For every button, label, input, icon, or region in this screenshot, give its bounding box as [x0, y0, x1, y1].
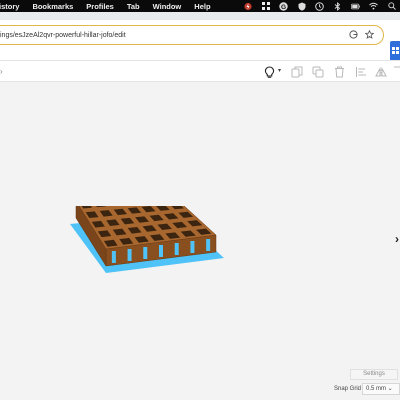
front-slot — [190, 241, 195, 253]
mirror-icon[interactable] — [374, 65, 388, 79]
menu-tab[interactable]: Tab — [127, 2, 140, 11]
browser-chrome: ings/esJzeAl2qvr-powerful-hillar-jofo/ed… — [0, 12, 400, 61]
align-icon[interactable] — [354, 65, 368, 79]
lightbulb-icon[interactable] — [262, 65, 276, 79]
status-tray: G — [234, 0, 396, 12]
duplicate-icon[interactable] — [311, 65, 325, 79]
url-text[interactable]: ings/esJzeAl2qvr-powerful-hillar-jofo/ed… — [0, 32, 126, 39]
right-panel-toggle-icon[interactable]: › — [395, 232, 399, 246]
menu-bookmarks[interactable]: Bookmarks — [32, 2, 73, 11]
editor-toolbar: › ▾ — [0, 60, 400, 82]
battery-icon[interactable] — [351, 2, 360, 11]
snap-grid-select[interactable]: 0.5 mm ⌄ — [362, 383, 400, 395]
svg-text:G: G — [281, 3, 286, 10]
wifi-icon[interactable] — [369, 2, 378, 11]
front-slot — [206, 239, 211, 251]
copy-icon[interactable] — [290, 65, 304, 79]
menu-help[interactable]: Help — [194, 2, 210, 11]
delete-icon[interactable] — [332, 65, 346, 79]
front-slot — [111, 251, 116, 263]
front-slot — [159, 245, 163, 257]
panel-collapse-icon[interactable]: › — [0, 67, 3, 76]
snap-grid-label: Snap Grid — [334, 386, 362, 392]
google-lens-icon[interactable] — [349, 30, 358, 39]
front-slot — [127, 249, 132, 261]
extensions-panel-button[interactable] — [390, 41, 400, 61]
shield-icon[interactable] — [297, 2, 306, 11]
workplane-canvas[interactable]: › Settings Snap Grid 0.5 mm ⌄ — [0, 83, 400, 400]
front-slot — [174, 243, 179, 255]
google-icon[interactable]: G — [279, 1, 288, 11]
front-slot — [143, 247, 148, 259]
bluetooth-icon[interactable] — [333, 1, 342, 11]
bolt-icon[interactable] — [243, 2, 252, 11]
menu-history[interactable]: istory — [0, 2, 19, 11]
menu-window[interactable]: Window — [153, 2, 182, 11]
3d-grid-model[interactable] — [66, 206, 236, 276]
clock-icon[interactable] — [315, 1, 324, 11]
flip-icon[interactable] — [392, 65, 400, 79]
tab-strip — [0, 12, 400, 20]
settings-button[interactable]: Settings — [350, 369, 398, 380]
search-icon[interactable] — [387, 2, 396, 11]
menu-profiles[interactable]: Profiles — [86, 2, 114, 11]
apps-grid-icon — [392, 47, 399, 54]
address-bar-actions — [349, 30, 374, 39]
menu-bar: istory Bookmarks Profiles Tab Window Hel… — [0, 0, 400, 12]
bookmark-star-icon[interactable] — [365, 30, 374, 39]
grid-app-icon[interactable] — [261, 2, 270, 11]
lightbulb-dropdown-icon[interactable]: ▾ — [278, 67, 281, 74]
